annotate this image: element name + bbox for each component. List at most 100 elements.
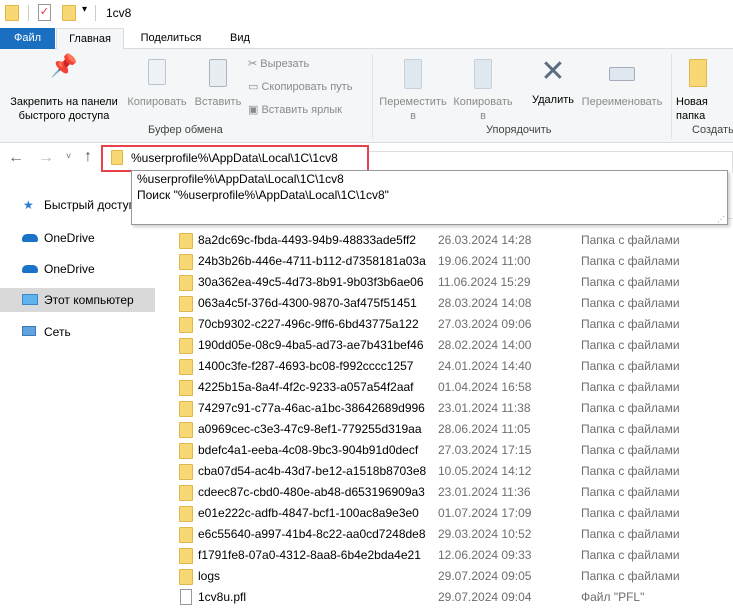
forward-arrow-icon[interactable]: → <box>38 149 54 167</box>
file-date: 29.03.2024 10:52 <box>438 527 532 541</box>
pin-button[interactable]: 📌 Закрепить на панели быстрого доступа <box>4 55 124 123</box>
divider <box>372 54 373 139</box>
file-row[interactable]: f1791fe8-07a0-4312-8aa8-6b4e2bda4e21 12.0… <box>170 545 733 566</box>
folder-icon <box>5 5 19 21</box>
file-row[interactable]: 74297c91-c77a-46ac-a1bc-38642689d996 23.0… <box>170 398 733 419</box>
address-suggestions: %userprofile%\AppData\Local\1C\1cv8 Поис… <box>131 170 728 225</box>
customize-quick-access-icon[interactable]: ▾ <box>82 4 87 15</box>
scissors-icon: ✂ <box>248 58 261 70</box>
sidebar-item-onedrive[interactable]: OneDrive <box>0 226 155 250</box>
suggestion-search[interactable]: Поиск "%userprofile%\AppData\Local\1C\1c… <box>137 188 389 202</box>
file-type: Папка с файлами <box>581 485 680 499</box>
file-icon <box>180 589 192 605</box>
address-input[interactable]: %userprofile%\AppData\Local\1C\1cv8 <box>131 151 338 165</box>
rename-icon <box>609 67 635 81</box>
cloud-icon <box>22 265 38 273</box>
file-row[interactable]: e01e222c-adfb-4847-bcf1-100ac8a9e3e0 01.0… <box>170 503 733 524</box>
file-row[interactable]: 190dd05e-08c9-4ba5-ad73-ae7b431bef46 28.0… <box>170 335 733 356</box>
sidebar-item-network[interactable]: Сеть <box>0 320 155 344</box>
group-clipboard-label: Буфер обмена <box>148 124 223 136</box>
sidebar-item-onedrive-2[interactable]: OneDrive <box>0 257 155 281</box>
back-arrow-icon[interactable]: ← <box>8 149 24 167</box>
file-row[interactable]: 1400c3fe-f287-4693-bc08-f992cccc1257 24.0… <box>170 356 733 377</box>
file-row[interactable]: 4225b15a-8a4f-4f2c-9233-a057a54f2aaf 01.0… <box>170 377 733 398</box>
copy-path-button[interactable]: ▭ Скопировать путь <box>248 80 352 94</box>
file-name: cba07d54-ac4b-43d7-be12-a1518b8703e8 <box>198 464 427 478</box>
file-name: 1cv8u.pfl <box>198 590 247 604</box>
file-row[interactable]: 24b3b26b-446e-4711-b112-d7358181a03a 19.0… <box>170 251 733 272</box>
file-type: Файл "PFL" <box>581 590 645 604</box>
tab-share[interactable]: Поделиться <box>128 28 214 49</box>
recent-chevron-icon[interactable]: ˅ <box>66 151 71 161</box>
properties-icon[interactable]: ✓ <box>38 4 51 21</box>
group-create-label: Создать <box>692 124 733 136</box>
file-name: 8a2dc69c-fbda-4493-94b9-48833ade5ff2 <box>198 233 416 247</box>
file-name: 1400c3fe-f287-4693-bc08-f992cccc1257 <box>198 359 414 373</box>
file-type: Папка с файлами <box>581 275 680 289</box>
star-icon: ★ <box>23 198 34 212</box>
resize-grip-icon[interactable]: ⋰ <box>717 215 725 224</box>
delete-button[interactable]: ✕ Удалить <box>525 55 581 107</box>
new-folder-button[interactable]: Новая папка <box>676 59 720 123</box>
file-type: Папка с файлами <box>581 317 680 331</box>
file-date: 27.03.2024 17:15 <box>438 443 532 457</box>
sidebar: ★ Быстрый доступ OneDrive OneDrive Этот к… <box>0 190 157 616</box>
file-date: 29.07.2024 09:05 <box>438 569 532 583</box>
tab-home[interactable]: Главная <box>56 28 124 50</box>
file-type: Папка с файлами <box>581 254 680 268</box>
file-type: Папка с файлами <box>581 233 680 247</box>
file-name: 4225b15a-8a4f-4f2c-9233-a057a54f2aaf <box>198 380 414 394</box>
file-date: 10.05.2024 14:12 <box>438 464 532 478</box>
divider <box>28 5 29 21</box>
file-row[interactable]: 8a2dc69c-fbda-4493-94b9-48833ade5ff2 26.0… <box>170 230 733 251</box>
file-row[interactable]: cdeec87c-cbd0-480e-ab48-d653196909a3 23.0… <box>170 482 733 503</box>
suggestion-item[interactable]: %userprofile%\AppData\Local\1C\1cv8 <box>137 172 344 186</box>
folder-icon <box>179 233 193 249</box>
folder-icon <box>179 464 193 480</box>
ribbon: 📌 Закрепить на панели быстрого доступа К… <box>0 49 733 143</box>
file-row[interactable]: 063a4c5f-376d-4300-9870-3af475f51451 28.0… <box>170 293 733 314</box>
new-folder-icon <box>689 59 707 87</box>
computer-icon <box>22 294 38 305</box>
file-name: 190dd05e-08c9-4ba5-ad73-ae7b431bef46 <box>198 338 424 352</box>
file-row[interactable]: 1cv8u.pfl 29.07.2024 09:04 Файл "PFL" <box>170 587 733 608</box>
paste-button[interactable]: Вставить <box>192 59 244 109</box>
folder-icon <box>179 296 193 312</box>
tab-file[interactable]: Файл <box>0 28 55 49</box>
file-row[interactable]: e6c55640-a997-41b4-8c22-aa0cd7248de8 29.0… <box>170 524 733 545</box>
folder-icon <box>179 317 193 333</box>
folder-icon <box>179 359 193 375</box>
file-name: 063a4c5f-376d-4300-9870-3af475f51451 <box>198 296 417 310</box>
file-type: Папка с файлами <box>581 506 680 520</box>
folder-icon <box>179 569 193 585</box>
tab-view[interactable]: Вид <box>220 28 260 49</box>
file-row[interactable]: a0969cec-c3e3-47c9-8ef1-779255d319aa 28.0… <box>170 419 733 440</box>
folder-icon <box>179 275 193 291</box>
file-type: Папка с файлами <box>581 422 680 436</box>
copy-button[interactable]: Копировать <box>124 59 190 109</box>
file-row[interactable]: logs 29.07.2024 09:05 Папка с файлами <box>170 566 733 587</box>
copy-to-button[interactable]: Копировать в <box>450 59 516 123</box>
file-date: 26.03.2024 14:28 <box>438 233 532 247</box>
file-date: 28.03.2024 14:08 <box>438 296 532 310</box>
rename-button[interactable]: Переименовать <box>578 59 666 109</box>
file-type: Папка с файлами <box>581 359 680 373</box>
file-date: 28.06.2024 11:05 <box>438 422 531 436</box>
file-row[interactable]: cba07d54-ac4b-43d7-be12-a1518b8703e8 10.0… <box>170 461 733 482</box>
copy-icon <box>148 59 166 85</box>
new-folder-qa-icon[interactable] <box>62 5 76 21</box>
file-date: 23.01.2024 11:38 <box>438 401 531 415</box>
address-bar[interactable]: %userprofile%\AppData\Local\1C\1cv8 <box>101 145 369 172</box>
up-arrow-icon[interactable]: ↑ <box>84 148 92 166</box>
file-name: 70cb9302-c227-496c-9ff6-6bd43775a122 <box>198 317 419 331</box>
file-type: Папка с файлами <box>581 296 680 310</box>
cut-button[interactable]: ✂ Вырезать <box>248 57 309 71</box>
file-name: e01e222c-adfb-4847-bcf1-100ac8a9e3e0 <box>198 506 419 520</box>
file-date: 24.01.2024 14:40 <box>438 359 532 373</box>
paste-shortcut-button[interactable]: ▣ Вставить ярлык <box>248 103 342 117</box>
file-row[interactable]: bdefc4a1-eeba-4c08-9bc3-904b91d0decf 27.0… <box>170 440 733 461</box>
sidebar-item-this-pc[interactable]: Этот компьютер <box>0 288 155 312</box>
file-row[interactable]: 70cb9302-c227-496c-9ff6-6bd43775a122 27.0… <box>170 314 733 335</box>
file-row[interactable]: 30a362ea-49c5-4d73-8b91-9b03f3b6ae06 11.0… <box>170 272 733 293</box>
move-to-button[interactable]: Переместить в <box>378 59 448 123</box>
